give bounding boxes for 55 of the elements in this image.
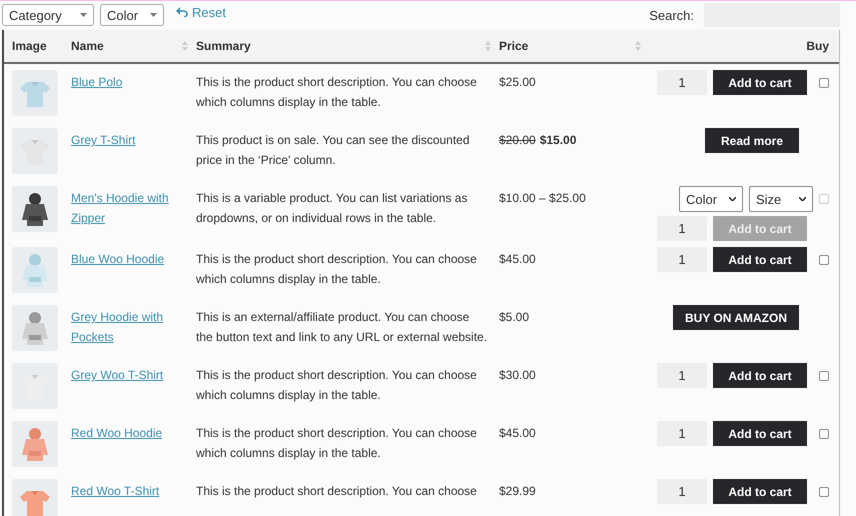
quantity-field[interactable]: 1 — [657, 421, 707, 446]
read-more-button[interactable]: Read more — [705, 128, 799, 153]
external-link-button[interactable]: BUY ON AMAZON — [673, 305, 799, 330]
column-header[interactable]: Summary — [196, 39, 251, 53]
checkbox[interactable] — [819, 428, 829, 438]
caret-icon — [150, 13, 157, 17]
quantity-field[interactable]: 1 — [657, 479, 707, 504]
product-summary: This is the product short description. You can choose which columns display in the table. — [196, 367, 478, 404]
old-price: $20.00 — [499, 132, 536, 149]
sale-price: $15.00 — [540, 132, 576, 149]
checkbox[interactable] — [819, 78, 829, 88]
chevron-icon — [799, 197, 806, 201]
product-summary: This is the product short description. You can choose which columns display in the table. — [196, 74, 478, 111]
add-to-cart-button[interactable]: Add to cart — [713, 363, 807, 388]
column-header[interactable]: Price — [499, 39, 528, 53]
product-link[interactable]: Blue Woo Hoodie — [71, 247, 174, 269]
price: $5.00 — [499, 309, 530, 326]
product-link[interactable]: Blue Polo — [71, 70, 132, 92]
column-header[interactable]: Name — [71, 39, 104, 53]
undo-icon — [176, 7, 188, 17]
product-summary: This is an external/affiliate product. You can choose the button text and link to any URL or external website. — [196, 309, 488, 346]
filter-dropdown[interactable]: Category — [2, 4, 94, 26]
add-to-cart-button[interactable]: Add to cart — [713, 479, 807, 504]
add-to-cart-button[interactable]: Add to cart — [713, 421, 807, 446]
checkbox[interactable] — [819, 370, 829, 380]
product-link[interactable]: Red Woo T-Shirt — [71, 479, 170, 501]
price: $10.00 – $25.00 — [499, 190, 586, 207]
price: $29.99 — [499, 483, 536, 500]
checkbox[interactable] — [819, 486, 829, 496]
price: $30.00 — [499, 367, 536, 384]
product-summary: This is the product short description. You can choose which columns display in the table. — [196, 251, 478, 288]
price: $45.00 — [499, 251, 536, 268]
chevron-icon — [729, 197, 736, 201]
quantity-field[interactable]: 1 — [657, 363, 707, 388]
checkbox[interactable] — [819, 254, 829, 264]
product-summary: This is a variable product. You can list variations as dropdowns, or on individual rows in the table. — [196, 190, 468, 227]
filter-dropdown[interactable]: Color — [100, 4, 164, 26]
product-summary: This is the product short description. You can choose — [196, 483, 478, 500]
price: $25.00 — [499, 74, 536, 91]
quantity-field[interactable]: 1 — [657, 247, 707, 272]
product-link[interactable]: Red Woo Hoodie — [71, 421, 172, 443]
column-header: Buy — [806, 39, 829, 53]
add-to-cart-button[interactable]: Add to cart — [713, 247, 807, 272]
price: $45.00 — [499, 425, 536, 442]
quantity-field[interactable]: 1 — [657, 70, 707, 95]
add-to-cart-button[interactable]: Add to cart — [713, 70, 807, 95]
product-link[interactable]: Grey Hoodie with Pockets — [71, 305, 196, 347]
search-label: Search: — [649, 8, 694, 22]
product-link[interactable]: Grey Woo T-Shirt — [71, 363, 174, 385]
column-header: Image — [12, 39, 47, 53]
product-summary: This product is on sale. You can see the discounted price in the ‘Price’ column. — [196, 132, 471, 169]
product-link[interactable]: Grey T-Shirt — [71, 128, 146, 150]
caret-icon — [80, 13, 87, 17]
reset-link[interactable]: Reset — [176, 4, 226, 20]
product-summary: This is the product short description. You can choose which columns display in the table. — [196, 425, 478, 462]
